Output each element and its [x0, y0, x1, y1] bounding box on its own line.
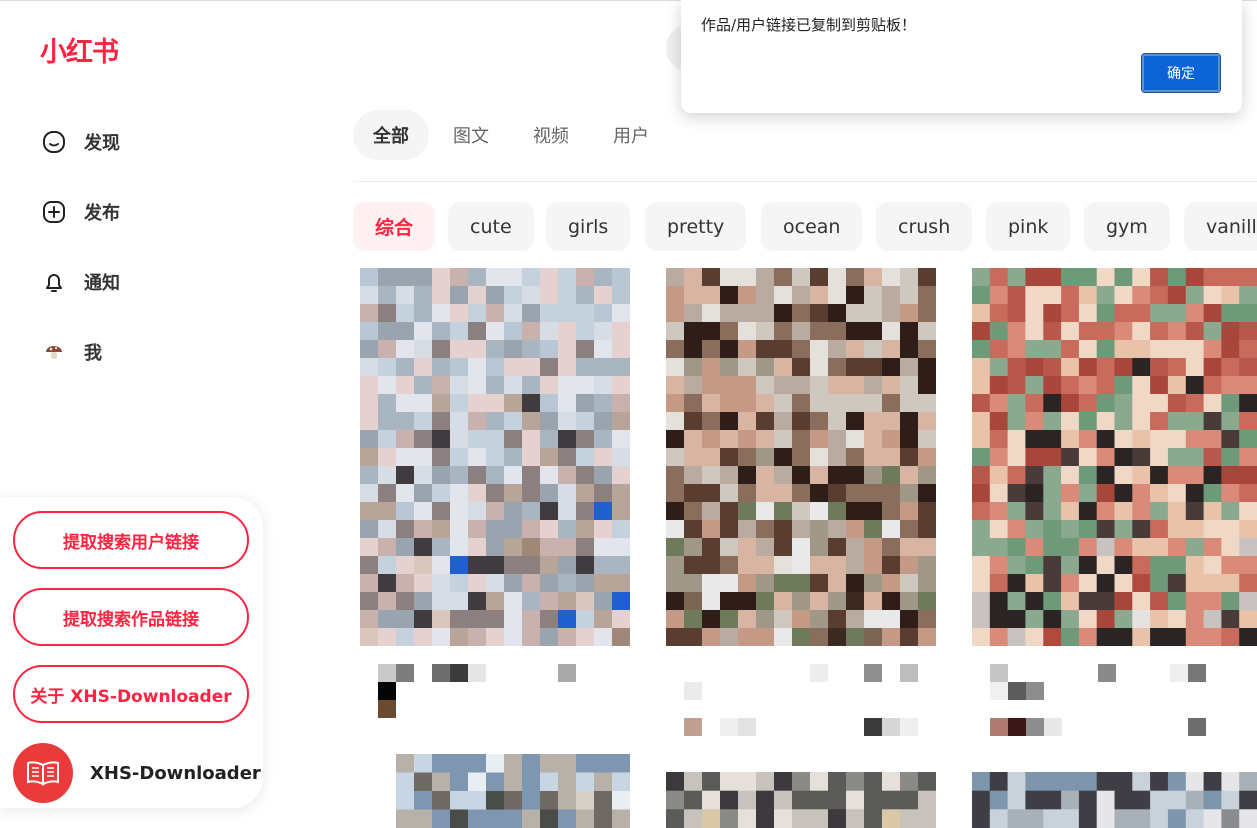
sidebar-item-publish[interactable]: 发布 [40, 192, 120, 232]
chip-pink[interactable]: pink [986, 202, 1071, 251]
note-cover-image[interactable] [396, 754, 630, 828]
publish-icon [40, 198, 68, 226]
note-caption[interactable] [378, 664, 598, 720]
note-cover-image[interactable] [360, 268, 630, 646]
chip-crush[interactable]: crush [876, 202, 973, 251]
chip-gym[interactable]: gym [1084, 202, 1170, 251]
chip-comprehensive[interactable]: 综合 [353, 202, 436, 251]
alert-message: 作品/用户链接已复制到剪贴板！ [701, 16, 917, 34]
xiaohongshu-logo[interactable]: 小红书 [40, 30, 119, 69]
sidebar-item-label: 发布 [84, 203, 120, 224]
tabs-divider [353, 181, 1257, 182]
extract-work-links-button[interactable]: 提取搜索作品链接 [13, 588, 249, 646]
sidebar-item-label: 发现 [84, 133, 120, 154]
note-caption[interactable] [990, 664, 1220, 740]
alert-dialog: 作品/用户链接已复制到剪贴板！ 确定 [681, 0, 1242, 113]
sidebar-item-me[interactable]: 我 [40, 332, 102, 372]
tab-notes[interactable]: 图文 [433, 110, 509, 160]
chip-ocean[interactable]: ocean [761, 202, 863, 251]
about-button[interactable]: 关于 XHS-Downloader [13, 665, 249, 723]
chip-pretty[interactable]: pretty [645, 202, 747, 251]
tab-all[interactable]: 全部 [353, 110, 429, 160]
chip-girls[interactable]: girls [546, 202, 631, 251]
sidebar-item-notifications[interactable]: 通知 [40, 262, 120, 302]
book-icon[interactable] [13, 743, 73, 803]
sidebar-item-label: 通知 [84, 273, 120, 294]
note-cover-image[interactable] [972, 268, 1257, 646]
chip-cute[interactable]: cute [448, 202, 534, 251]
tab-users[interactable]: 用户 [593, 110, 669, 160]
ok-button[interactable]: 确定 [1141, 53, 1221, 93]
discover-icon [40, 128, 68, 156]
avatar-icon [40, 338, 68, 366]
sidebar-item-discover[interactable]: 发现 [40, 122, 120, 162]
note-caption[interactable] [684, 664, 924, 740]
bell-icon [40, 268, 68, 296]
downloader-name: XHS-Downloader [90, 762, 261, 784]
note-cover-image[interactable] [666, 268, 936, 646]
extract-user-links-button[interactable]: 提取搜索用户链接 [13, 511, 249, 569]
tab-videos[interactable]: 视频 [513, 110, 589, 160]
note-cover-image[interactable] [666, 772, 936, 828]
chip-vanilla[interactable]: vanill [1184, 202, 1257, 251]
note-cover-image[interactable] [972, 772, 1257, 828]
sidebar-item-label: 我 [84, 343, 102, 364]
downloader-brand[interactable]: XHS-Downloader [13, 743, 261, 803]
